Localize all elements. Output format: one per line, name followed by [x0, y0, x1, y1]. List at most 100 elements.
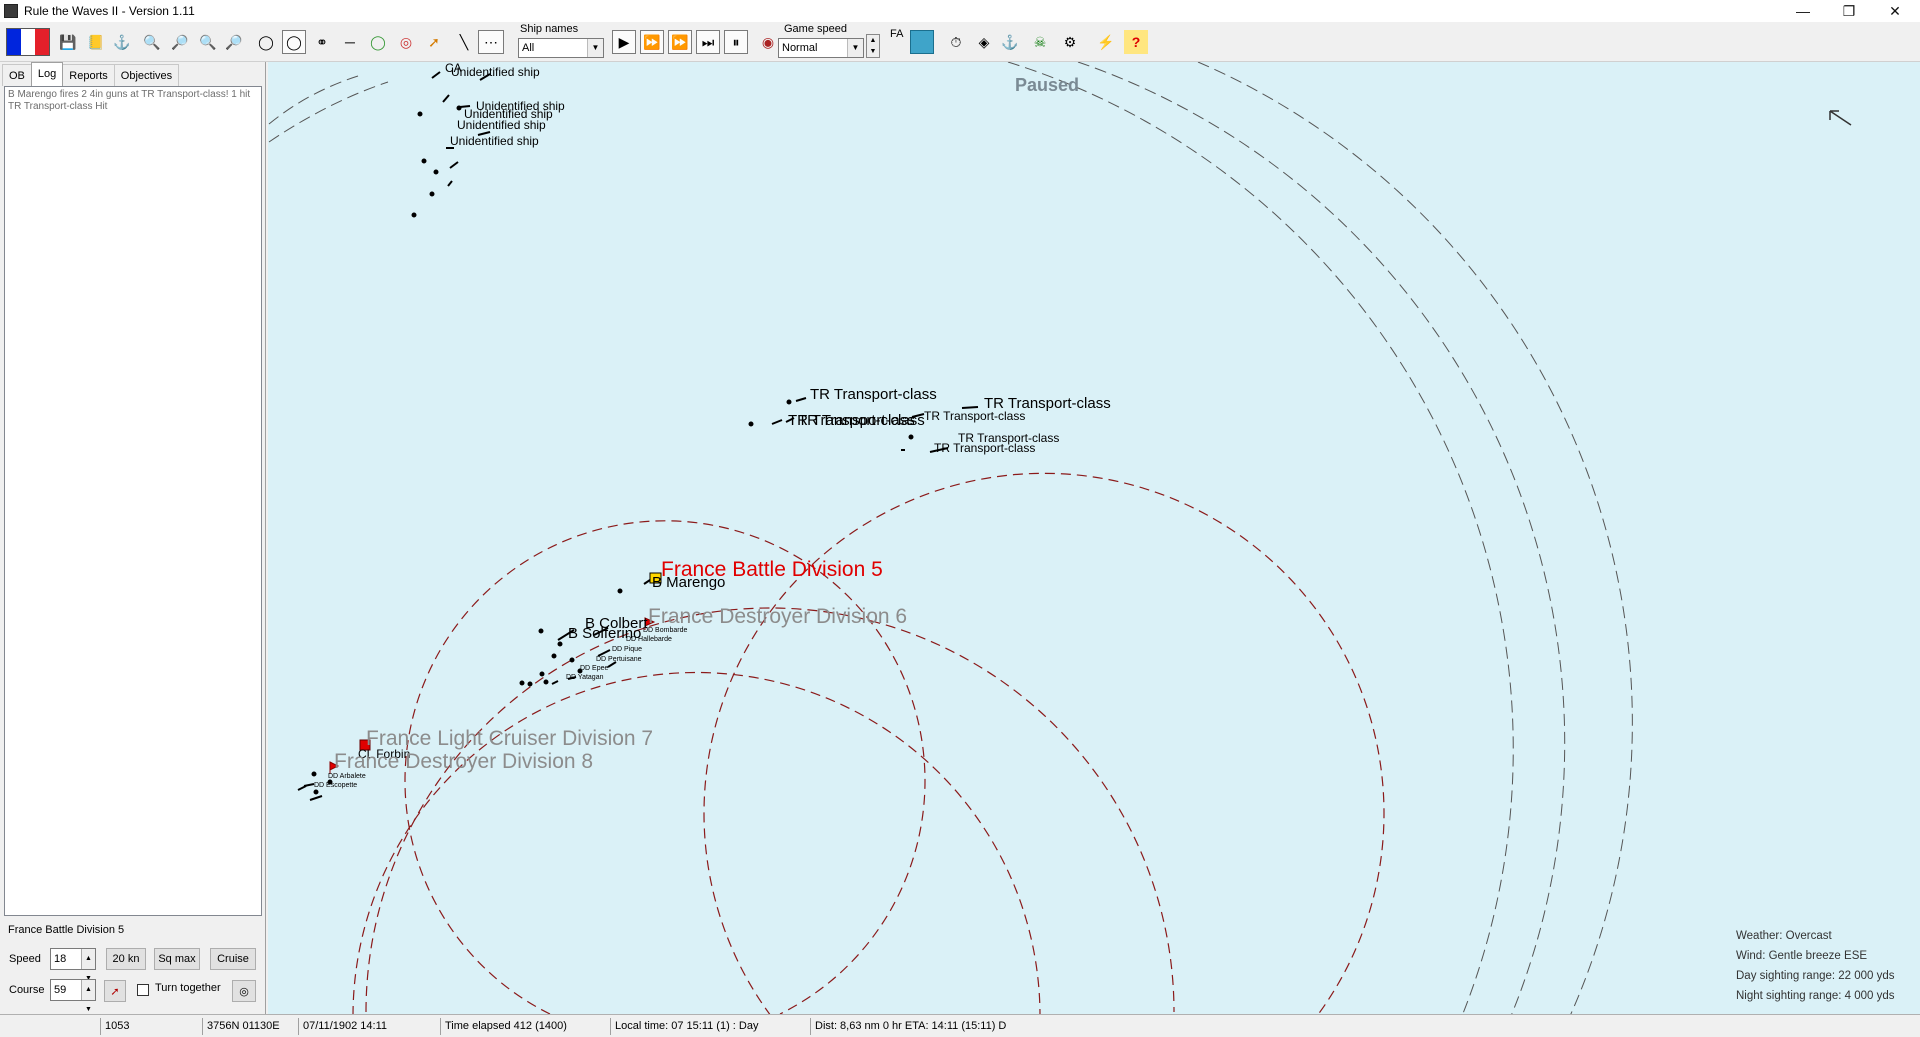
sighting-arc: [268, 75, 359, 125]
selected-unit-name: France Battle Division 5: [8, 924, 125, 936]
tab-log[interactable]: Log: [30, 62, 64, 86]
game-speed-select[interactable]: Normal ▼: [778, 38, 864, 58]
minimize-button[interactable]: —: [1780, 0, 1826, 22]
ship-names-label: Ship names: [520, 23, 579, 35]
ship-label-transport[interactable]: TR Transport-class: [924, 410, 1025, 422]
ship-label-arbalete[interactable]: DD Arbalete: [328, 773, 366, 780]
range-circle-icon[interactable]: ◯: [282, 30, 306, 54]
step-icon[interactable]: ⏩: [640, 30, 664, 54]
map-position: 3756N 01130E: [202, 1018, 280, 1035]
target-icon[interactable]: ◎: [232, 980, 256, 1002]
chevron-down-icon: ▼: [587, 39, 603, 57]
lightning-icon[interactable]: ⚡: [1094, 30, 1118, 54]
ship-label-unidentified[interactable]: Unidentified ship: [450, 135, 539, 147]
speed-stepper[interactable]: 18 ▲▼: [50, 948, 96, 982]
ship-label-epee[interactable]: DD Epee: [580, 665, 608, 672]
status-bar: 1053 3756N 01130E 07/11/1902 14:11 Time …: [0, 1014, 1920, 1037]
ship-label-pertuisane[interactable]: DD Pertuisane: [596, 656, 642, 663]
ruler-icon[interactable]: ╲: [452, 30, 476, 54]
close-button[interactable]: ✕: [1872, 0, 1918, 22]
map-view-icon[interactable]: [910, 30, 934, 54]
stepper-arrows-icon[interactable]: ▲▼: [81, 980, 95, 1013]
ship-label-escopette[interactable]: DD Escopette: [314, 782, 357, 789]
step-5-icon[interactable]: ⏩: [668, 30, 692, 54]
cruise-button[interactable]: Cruise: [210, 948, 256, 970]
chevron-down-icon: ▼: [847, 39, 863, 57]
eraser-icon[interactable]: ◈: [972, 30, 996, 54]
zoom-fit-icon[interactable]: 🔍: [196, 30, 220, 54]
green-circle-icon[interactable]: ◯: [366, 30, 390, 54]
map-overlay: [268, 62, 1852, 1014]
bearing-line-icon[interactable]: ➚: [422, 30, 446, 54]
range-ring: [352, 671, 1041, 1014]
speed-dial-icon[interactable]: ◉: [756, 30, 780, 54]
course-label: Course: [9, 984, 45, 996]
fleet-icon[interactable]: ⚓: [110, 30, 134, 54]
tab-reports[interactable]: Reports: [62, 64, 115, 86]
day-sighting-text: Day sighting range: 22 000 yds: [1736, 970, 1895, 982]
dashes-icon[interactable]: ⋯: [478, 30, 504, 54]
group-label-destroyer-div-6[interactable]: France Destroyer Division 6: [648, 606, 907, 627]
toolbar: 💾 📒 ⚓ 🔍 🔎 🔍 🔎 ◯ ◯ ⚭ ─ ◯ ◎ ➚ ╲ ⋯ Ship nam…: [0, 22, 1920, 62]
settings-gear-icon[interactable]: ⚙: [1058, 30, 1082, 54]
red-circle-icon[interactable]: ◎: [394, 30, 418, 54]
tab-ob[interactable]: OB: [2, 64, 32, 86]
panel-tabs: OB Log Reports Objectives: [2, 62, 180, 86]
sq-max-button[interactable]: Sq max: [154, 948, 200, 970]
ship-label-pique[interactable]: DD Pique: [612, 646, 642, 653]
course-stepper[interactable]: 59 ▲ ▼: [50, 979, 96, 1013]
dotted-circle-icon[interactable]: ⚭: [310, 30, 334, 54]
turn-counter: 1053: [100, 1018, 129, 1035]
log-list[interactable]: B Marengo fires 2 4in guns at TR Transpo…: [4, 86, 262, 916]
sighting-arc: [1007, 62, 1514, 1014]
step-15-icon[interactable]: ⏭: [696, 30, 720, 54]
ship-label-transport[interactable]: TR Transport-class: [798, 413, 925, 428]
play-icon[interactable]: ▶: [612, 30, 636, 54]
distance-eta: Dist: 8,63 nm 0 hr ETA: 14:11 (15:11) D: [810, 1018, 1006, 1035]
time-elapsed: Time elapsed 412 (1400): [440, 1018, 567, 1035]
restore-button[interactable]: ❐: [1826, 0, 1872, 22]
zoom-in-icon[interactable]: 🔍: [140, 30, 164, 54]
help-icon[interactable]: ?: [1124, 30, 1148, 54]
save-icon[interactable]: 💾: [56, 30, 80, 54]
stopwatch-icon[interactable]: ⏱: [944, 30, 968, 54]
ship-label-yatagan[interactable]: DD Yatagan: [566, 674, 604, 681]
zoom-out-icon[interactable]: 🔎: [168, 30, 192, 54]
ship-label-transport[interactable]: TR Transport-class: [934, 442, 1035, 454]
ship-label-unidentified[interactable]: Unidentified ship: [457, 119, 546, 131]
game-speed-label: Game speed: [784, 23, 847, 35]
title-bar: Rule the Waves II - Version 1.11 — ❐ ✕: [0, 0, 1920, 22]
left-panel: OB Log Reports Objectives B Marengo fire…: [0, 62, 266, 1022]
stepper-arrows-icon[interactable]: ▲▼: [81, 949, 95, 982]
nation-flag[interactable]: [6, 28, 50, 56]
pause-icon[interactable]: ⏸: [724, 30, 748, 54]
ship-label-bombarde[interactable]: DD Bombarde: [643, 627, 687, 634]
line-icon[interactable]: ─: [338, 30, 362, 54]
ship-label-transport[interactable]: TR Transport-class: [810, 387, 937, 402]
turn-together-checkbox[interactable]: [137, 984, 149, 996]
speed-spinner[interactable]: ▲ ▼: [866, 34, 880, 58]
formation-icon[interactable]: ☠: [1028, 30, 1052, 54]
course-value: 59: [54, 984, 67, 996]
ship-label-hallebarde[interactable]: DD Hallebarde: [626, 636, 672, 643]
ship-names-select[interactable]: All ▼: [518, 38, 604, 58]
tactical-map[interactable]: Paused CA B Unidentified ship Unidentifi…: [268, 62, 1920, 1014]
speed-value: 18: [54, 953, 67, 965]
ship-label-b[interactable]: B: [487, 62, 495, 64]
zoom-center-icon[interactable]: 🔎: [222, 30, 246, 54]
ship-label-marengo[interactable]: B Marengo: [652, 575, 725, 590]
ship-detail-icon[interactable]: ⚓: [998, 30, 1022, 54]
group-label-destroyer-div-8[interactable]: France Destroyer Division 8: [334, 751, 593, 772]
group-label-light-cruiser-div-7[interactable]: France Light Cruiser Division 7: [366, 728, 653, 749]
weather-text: Weather: Overcast: [1736, 930, 1832, 942]
book-icon[interactable]: 📒: [84, 30, 108, 54]
20kn-button[interactable]: 20 kn: [106, 948, 146, 970]
range-ring: [703, 472, 1385, 1014]
tab-objectives[interactable]: Objectives: [113, 64, 180, 86]
course-pointer-icon[interactable]: ➚: [104, 980, 126, 1002]
window-title: Rule the Waves II - Version 1.11: [24, 4, 195, 18]
ship-names-value: All: [522, 42, 535, 54]
torpedo-icon[interactable]: ◯: [254, 30, 278, 54]
ship-label-unidentified[interactable]: Unidentified ship: [451, 66, 540, 78]
app-icon: [4, 4, 18, 18]
